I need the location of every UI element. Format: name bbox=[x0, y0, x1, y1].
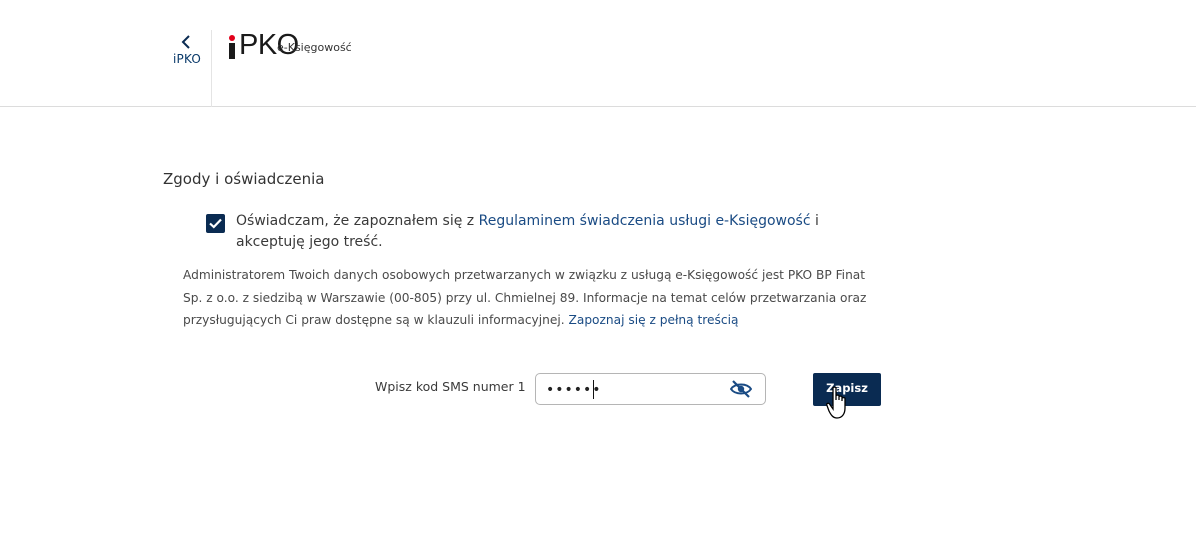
text-caret bbox=[593, 380, 594, 399]
chevron-left-icon bbox=[181, 34, 191, 53]
back-to-ipko-button[interactable]: iPKO bbox=[166, 30, 212, 107]
data-admin-info: Administratorem Twoich danych osobowych … bbox=[183, 264, 883, 332]
consent-text-before: Oświadczam, że zapoznałem się z bbox=[236, 213, 479, 229]
terms-link[interactable]: Regulaminem świadczenia usługi e-Księgow… bbox=[479, 213, 811, 229]
checkmark-icon bbox=[209, 218, 222, 229]
section-title: Zgody i oświadczenia bbox=[163, 170, 325, 188]
sms-code-label: Wpisz kod SMS numer 1 bbox=[375, 379, 526, 394]
sms-code-input[interactable] bbox=[544, 378, 728, 402]
logo-stem bbox=[229, 43, 235, 59]
product-name: e-Księgowość bbox=[277, 41, 352, 54]
save-button[interactable]: Zapisz bbox=[813, 373, 881, 406]
data-admin-text: Administratorem Twoich danych osobowych … bbox=[183, 268, 867, 327]
sms-code-field bbox=[535, 373, 766, 405]
consent-checkbox[interactable] bbox=[206, 214, 225, 233]
full-info-link[interactable]: Zapoznaj się z pełną treścią bbox=[569, 313, 739, 327]
consent-text: Oświadczam, że zapoznałem się z Regulami… bbox=[236, 211, 876, 253]
back-label: iPKO bbox=[173, 52, 202, 66]
logo-dot bbox=[229, 35, 235, 41]
eye-slash-icon[interactable] bbox=[729, 380, 753, 398]
app-header: iPKO PKO e-Księgowość bbox=[0, 0, 1196, 107]
